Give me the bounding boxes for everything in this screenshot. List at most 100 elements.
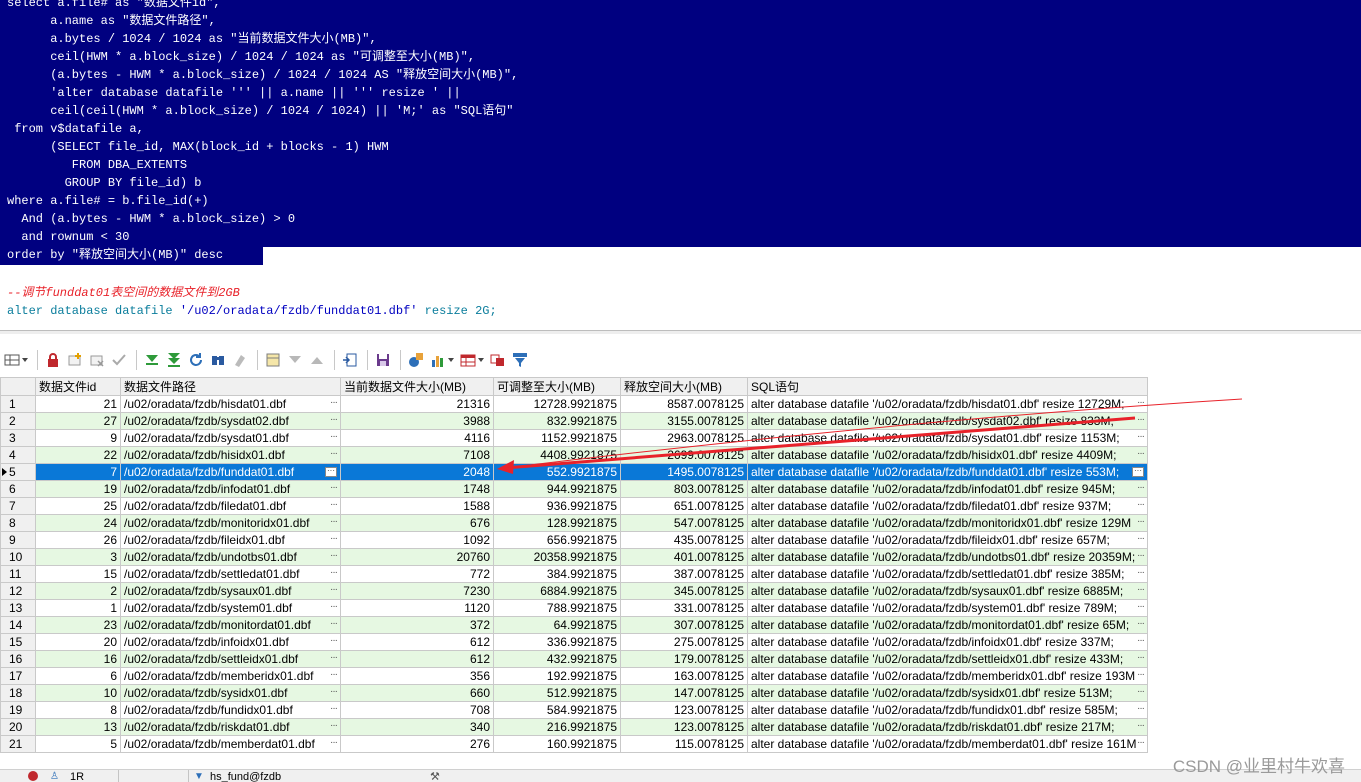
cell-sql[interactable]: ··· alter database datafile '/u02/oradata… [747,599,1148,617]
row-number[interactable]: 20 [0,718,36,736]
cell-path[interactable]: ··· /u02/oradata/fzdb/infodat01.dbf [120,480,341,498]
cell-id[interactable]: 10 [35,684,121,702]
cell-editor-button[interactable]: ··· [330,703,338,714]
table-row[interactable]: 16 16 ··· /u02/oradata/fzdb/settleidx01.dbf… [0,650,1148,668]
cell-rel[interactable]: 3155.0078125 [620,412,748,430]
sql-editor[interactable]: select a.file# as "数据文件id", a.name as "数… [0,0,1361,330]
cell-adj[interactable]: 4408.9921875 [493,446,621,464]
cell-editor-button[interactable]: ··· [1137,652,1145,663]
cell-editor-button[interactable]: ··· [330,533,338,544]
cell-path[interactable]: ··· /u02/oradata/fzdb/sysaux01.dbf [120,582,341,600]
table-row[interactable]: 6 19 ··· /u02/oradata/fzdb/infodat01.dbf 174… [0,480,1148,498]
table-row[interactable]: 21 5 ··· /u02/oradata/fzdb/memberdat01.dbf 2… [0,735,1148,753]
row-number[interactable]: 7 [0,497,36,515]
cell-id[interactable]: 23 [35,616,121,634]
cell-rel[interactable]: 1495.0078125 [620,463,748,481]
cell-editor-button[interactable]: ··· [1137,550,1145,561]
row-number[interactable]: 13 [0,599,36,617]
cell-id[interactable]: 2 [35,582,121,600]
table-row[interactable]: 17 6 ··· /u02/oradata/fzdb/memberidx01.dbf 3… [0,667,1148,685]
cell-rel[interactable]: 179.0078125 [620,650,748,668]
row-number[interactable]: 3 [0,429,36,447]
cell-cur[interactable]: 772 [340,565,494,583]
row-number[interactable]: 1 [0,395,36,413]
cell-sql[interactable]: ··· alter database datafile '/u02/oradata… [747,633,1148,651]
cell-editor-button[interactable]: ··· [1137,431,1145,442]
cell-id[interactable]: 7 [35,463,121,481]
row-number[interactable]: 19 [0,701,36,719]
column-header[interactable]: 当前数据文件大小(MB) [340,377,494,396]
cell-editor-button[interactable]: ··· [330,652,338,663]
row-number[interactable]: 4 [0,446,36,464]
cell-editor-button[interactable]: ··· [330,499,338,510]
cell-rel[interactable]: 115.0078125 [620,735,748,753]
table-row[interactable]: 10 3 ··· /u02/oradata/fzdb/undotbs01.dbf 207… [0,548,1148,566]
cell-id[interactable]: 9 [35,429,121,447]
cell-editor-button[interactable]: ··· [330,584,338,595]
cell-path[interactable]: ··· /u02/oradata/fzdb/settleidx01.dbf [120,650,341,668]
cell-id[interactable]: 13 [35,718,121,736]
cell-rel[interactable]: 163.0078125 [620,667,748,685]
cell-path[interactable]: ··· /u02/oradata/fzdb/monitordat01.dbf [120,616,341,634]
cell-sql[interactable]: ··· alter database datafile '/u02/oradata… [747,735,1148,753]
row-number[interactable]: 10 [0,548,36,566]
table-row[interactable]: 1 21 ··· /u02/oradata/fzdb/hisdat01.dbf 2131… [0,395,1148,413]
cell-cur[interactable]: 340 [340,718,494,736]
cell-adj[interactable]: 20358.9921875 [493,548,621,566]
cell-rel[interactable]: 2699.0078125 [620,446,748,464]
cell-id[interactable]: 25 [35,497,121,515]
cell-cur[interactable]: 356 [340,667,494,685]
column-header[interactable]: 释放空间大小(MB) [620,377,748,396]
row-number[interactable]: 8 [0,514,36,532]
cell-sql[interactable]: ··· alter database datafile '/u02/oradata… [747,667,1148,685]
cell-rel[interactable]: 387.0078125 [620,565,748,583]
cell-cur[interactable]: 1120 [340,599,494,617]
cell-editor-button[interactable]: ··· [330,397,338,408]
lock-icon[interactable] [43,350,63,370]
cell-sql[interactable]: ··· alter database datafile '/u02/oradata… [747,395,1148,413]
cell-editor-button[interactable]: ··· [1137,414,1145,425]
cell-id[interactable]: 5 [35,735,121,753]
cell-path[interactable]: ··· /u02/oradata/fzdb/fileidx01.dbf [120,531,341,549]
cell-sql[interactable]: ··· alter database datafile '/u02/oradata… [747,684,1148,702]
cell-cur[interactable]: 7230 [340,582,494,600]
post-changes-icon[interactable] [109,350,129,370]
cell-sql[interactable]: ··· alter database datafile '/u02/oradata… [747,701,1148,719]
grid-options-icon[interactable] [2,350,30,370]
table-row[interactable]: 12 2 ··· /u02/oradata/fzdb/sysaux01.dbf 7230… [0,582,1148,600]
sort-icon[interactable] [307,350,327,370]
table-row[interactable]: 13 1 ··· /u02/oradata/fzdb/system01.dbf 1120… [0,599,1148,617]
cell-cur[interactable]: 3988 [340,412,494,430]
cell-editor-button[interactable]: ··· [1137,482,1145,493]
cell-rel[interactable]: 401.0078125 [620,548,748,566]
grid-layout-icon[interactable] [458,350,486,370]
table-row[interactable]: 9 26 ··· /u02/oradata/fzdb/fileidx01.dbf 109… [0,531,1148,549]
cell-path[interactable]: ··· /u02/oradata/fzdb/sysdat02.dbf [120,412,341,430]
export-icon[interactable] [406,350,426,370]
cell-adj[interactable]: 336.9921875 [493,633,621,651]
cell-adj[interactable]: 584.9921875 [493,701,621,719]
cell-rel[interactable]: 123.0078125 [620,718,748,736]
cell-rel[interactable]: 651.0078125 [620,497,748,515]
single-record-view-icon[interactable] [340,350,360,370]
cell-path[interactable]: ··· /u02/oradata/fzdb/funddat01.dbf [120,463,341,481]
cell-id[interactable]: 20 [35,633,121,651]
cell-editor-button[interactable]: ··· [330,601,338,612]
cell-rel[interactable]: 8587.0078125 [620,395,748,413]
cell-cur[interactable]: 676 [340,514,494,532]
cell-editor-button[interactable]: ··· [1137,737,1145,748]
row-number[interactable]: 12 [0,582,36,600]
row-number[interactable]: 6 [0,480,36,498]
cell-editor-button[interactable]: ··· [330,720,338,731]
cell-adj[interactable]: 384.9921875 [493,565,621,583]
column-header[interactable]: 数据文件id [35,377,121,396]
cell-id[interactable]: 3 [35,548,121,566]
cell-path[interactable]: ··· /u02/oradata/fzdb/hisdat01.dbf [120,395,341,413]
cell-adj[interactable]: 832.9921875 [493,412,621,430]
add-record-icon[interactable] [65,350,85,370]
cell-adj[interactable]: 216.9921875 [493,718,621,736]
cell-id[interactable]: 19 [35,480,121,498]
cell-editor-button[interactable]: ··· [1137,669,1145,680]
cell-editor-button[interactable]: ··· [1137,584,1145,595]
cell-cur[interactable]: 612 [340,633,494,651]
